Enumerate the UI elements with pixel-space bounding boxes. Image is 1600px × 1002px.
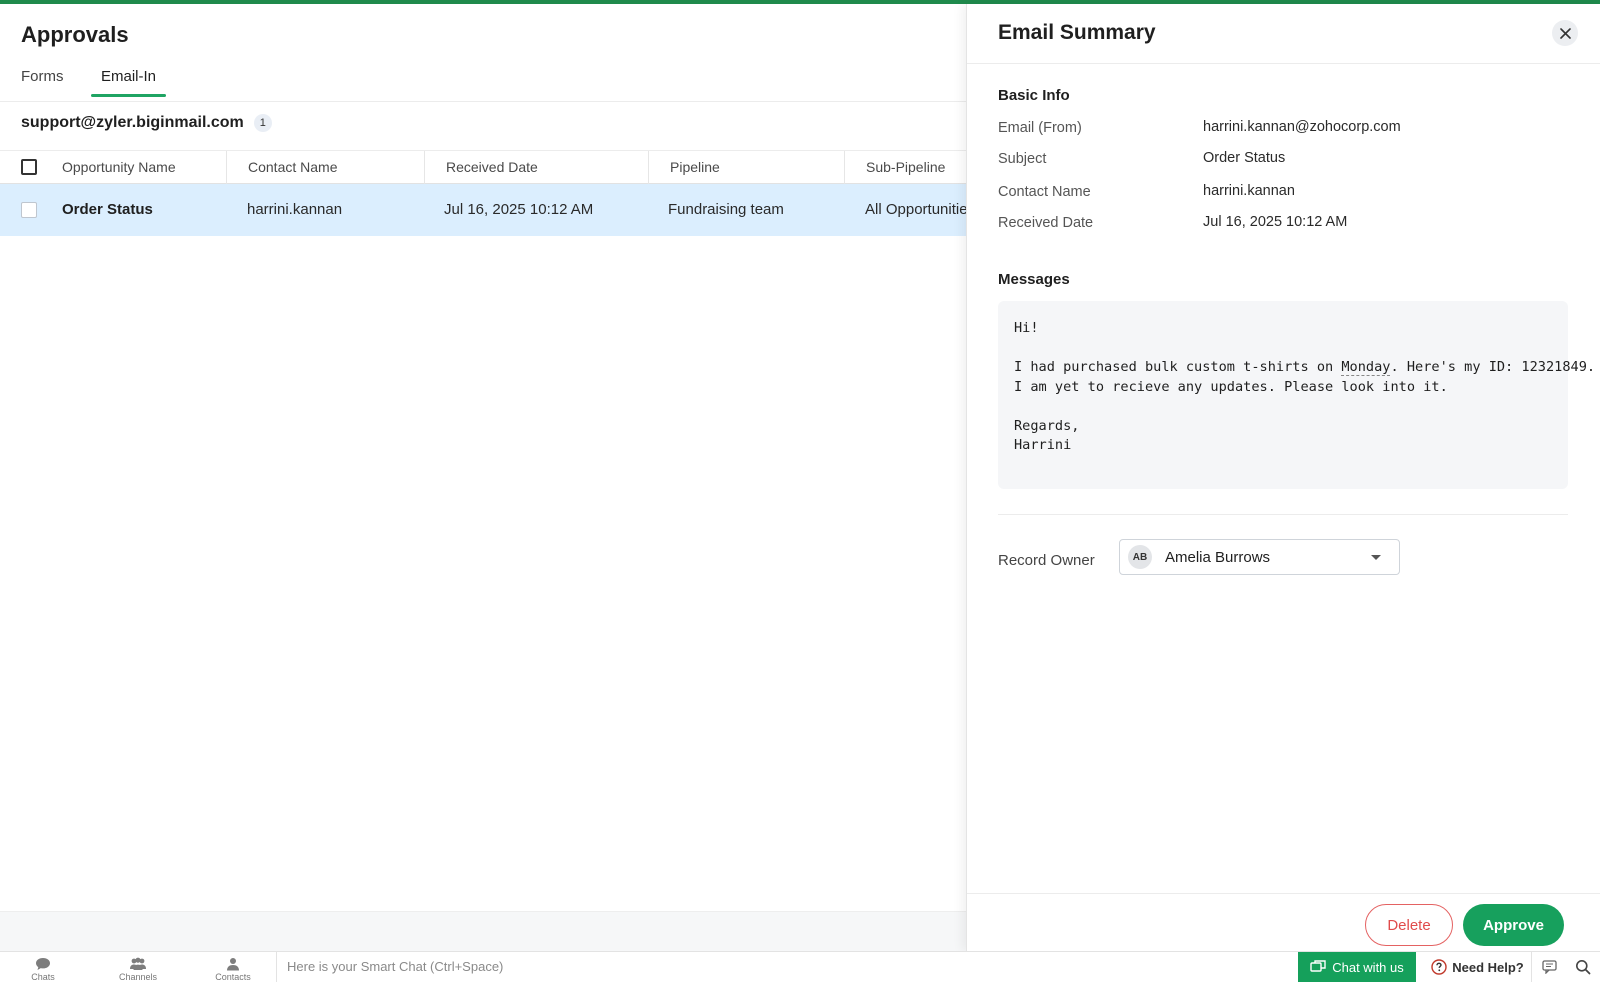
- column-header-opportunity-name[interactable]: Opportunity Name: [41, 151, 227, 184]
- mailbox-header: support@zyler.biginmail.com 1: [21, 114, 272, 132]
- table-header: Opportunity Name Contact Name Received D…: [0, 150, 966, 184]
- basic-info-heading: Basic Info: [998, 87, 1070, 104]
- message-line-1: I had purchased bulk custom t-shirts on …: [1014, 358, 1595, 378]
- table-row[interactable]: Order Status harrini.kannan Jul 16, 2025…: [0, 184, 966, 236]
- close-button[interactable]: [1552, 20, 1578, 46]
- email-from-value: harrini.kannan@zohocorp.com: [1203, 119, 1401, 135]
- tab-forms[interactable]: Forms: [21, 68, 64, 97]
- received-date-value: Jul 16, 2025 10:12 AM: [1203, 214, 1348, 230]
- help-icon: [1431, 959, 1447, 975]
- column-header-pipeline[interactable]: Pipeline: [649, 151, 845, 184]
- feedback-icon: [1541, 960, 1557, 974]
- subject-label: Subject: [998, 151, 1047, 167]
- cell-sub-pipeline: All Opportunities: [865, 201, 966, 218]
- received-date-label: Received Date: [998, 215, 1094, 231]
- chevron-down-icon: [1371, 555, 1381, 560]
- bottom-bar-contacts[interactable]: Contacts: [203, 957, 263, 982]
- panel-header: Email Summary: [967, 4, 1600, 64]
- column-header-contact-name[interactable]: Contact Name: [227, 151, 425, 184]
- tab-email-in[interactable]: Email-In: [91, 68, 167, 97]
- tab-bar: Forms Email-In: [0, 60, 966, 102]
- contact-icon: [227, 958, 239, 971]
- message-day-highlight: Monday: [1341, 359, 1391, 376]
- channels-icon: [130, 957, 146, 970]
- select-all-checkbox[interactable]: [21, 159, 37, 175]
- record-owner-select[interactable]: AB Amelia Burrows: [1119, 539, 1400, 575]
- smart-chat-input[interactable]: Here is your Smart Chat (Ctrl+Space): [276, 952, 1276, 982]
- panel-title: Email Summary: [998, 21, 1156, 44]
- chat-with-us-label: Chat with us: [1332, 959, 1404, 975]
- panel-footer: Delete Approve: [967, 893, 1600, 951]
- message-body: Hi! I had purchased bulk custom t-shirts…: [998, 301, 1595, 489]
- feedback-button[interactable]: [1532, 952, 1566, 982]
- tab-email-in-label: Email-In: [101, 68, 157, 85]
- message-signoff: Regards,: [1014, 417, 1080, 434]
- cell-contact-name: harrini.kannan: [247, 201, 343, 218]
- chat-bubble-icon: [36, 958, 50, 970]
- search-icon: [1576, 960, 1591, 975]
- column-header-received-date[interactable]: Received Date: [425, 151, 649, 184]
- subject-value: Order Status: [1203, 150, 1286, 166]
- close-icon: [1559, 27, 1571, 39]
- cell-pipeline: Fundraising team: [668, 201, 784, 218]
- record-owner-label: Record Owner: [998, 552, 1095, 569]
- bottom-bar-channels[interactable]: Channels: [108, 957, 168, 982]
- message-signature: Harrini: [1014, 437, 1072, 453]
- email-from-label: Email (From): [998, 120, 1082, 136]
- messages-heading: Messages: [998, 271, 1070, 288]
- bottom-bar: Chats Channels Contacts Here is your Sma…: [0, 951, 1600, 1002]
- page-title: Approvals: [21, 22, 129, 47]
- active-tab-indicator: [91, 94, 167, 97]
- bottom-bar-chats-label: Chats: [31, 972, 55, 982]
- message-spacer: [1014, 339, 1552, 359]
- divider: [998, 514, 1568, 515]
- message-line-1-end: . Here's my ID: 12321849.: [1390, 359, 1596, 375]
- need-help-label: Need Help?: [1452, 959, 1524, 975]
- message-spacer: [1014, 397, 1552, 417]
- email-summary-panel: Email Summary Basic Info Email (From) ha…: [966, 4, 1600, 951]
- record-owner-name: Amelia Burrows: [1165, 548, 1271, 566]
- bottom-bar-chats[interactable]: Chats: [13, 957, 73, 982]
- avatar: AB: [1128, 545, 1152, 569]
- chat-window-icon: [1310, 960, 1326, 972]
- mailbox-email: support@zyler.biginmail.com: [21, 114, 244, 131]
- approve-button[interactable]: Approve: [1463, 904, 1564, 946]
- row-checkbox[interactable]: [21, 202, 37, 218]
- chat-with-us-button[interactable]: Chat with us: [1298, 952, 1416, 982]
- message-greeting: Hi!: [1014, 320, 1039, 336]
- message-line-2: I am yet to recieve any updates. Please …: [1014, 378, 1448, 395]
- delete-button[interactable]: Delete: [1365, 904, 1453, 946]
- need-help-button[interactable]: Need Help?: [1424, 952, 1532, 982]
- cell-received-date: Jul 16, 2025 10:12 AM: [444, 201, 594, 218]
- bottom-bar-contacts-label: Contacts: [215, 972, 251, 982]
- approvals-main: Approvals Forms Email-In support@zyler.b…: [0, 4, 966, 951]
- contact-name-value: harrini.kannan: [1203, 183, 1295, 199]
- bottom-bar-channels-label: Channels: [118, 972, 158, 982]
- cell-opportunity-name[interactable]: Order Status: [62, 184, 232, 236]
- search-button[interactable]: [1566, 952, 1600, 982]
- mailbox-count-badge: 1: [253, 114, 272, 132]
- main-footer-band: [0, 911, 966, 951]
- column-header-sub-pipeline[interactable]: Sub-Pipeline: [845, 151, 966, 184]
- contact-name-label: Contact Name: [998, 184, 1091, 200]
- message-line-1-start: I had purchased bulk custom t-shirts on: [1014, 359, 1342, 375]
